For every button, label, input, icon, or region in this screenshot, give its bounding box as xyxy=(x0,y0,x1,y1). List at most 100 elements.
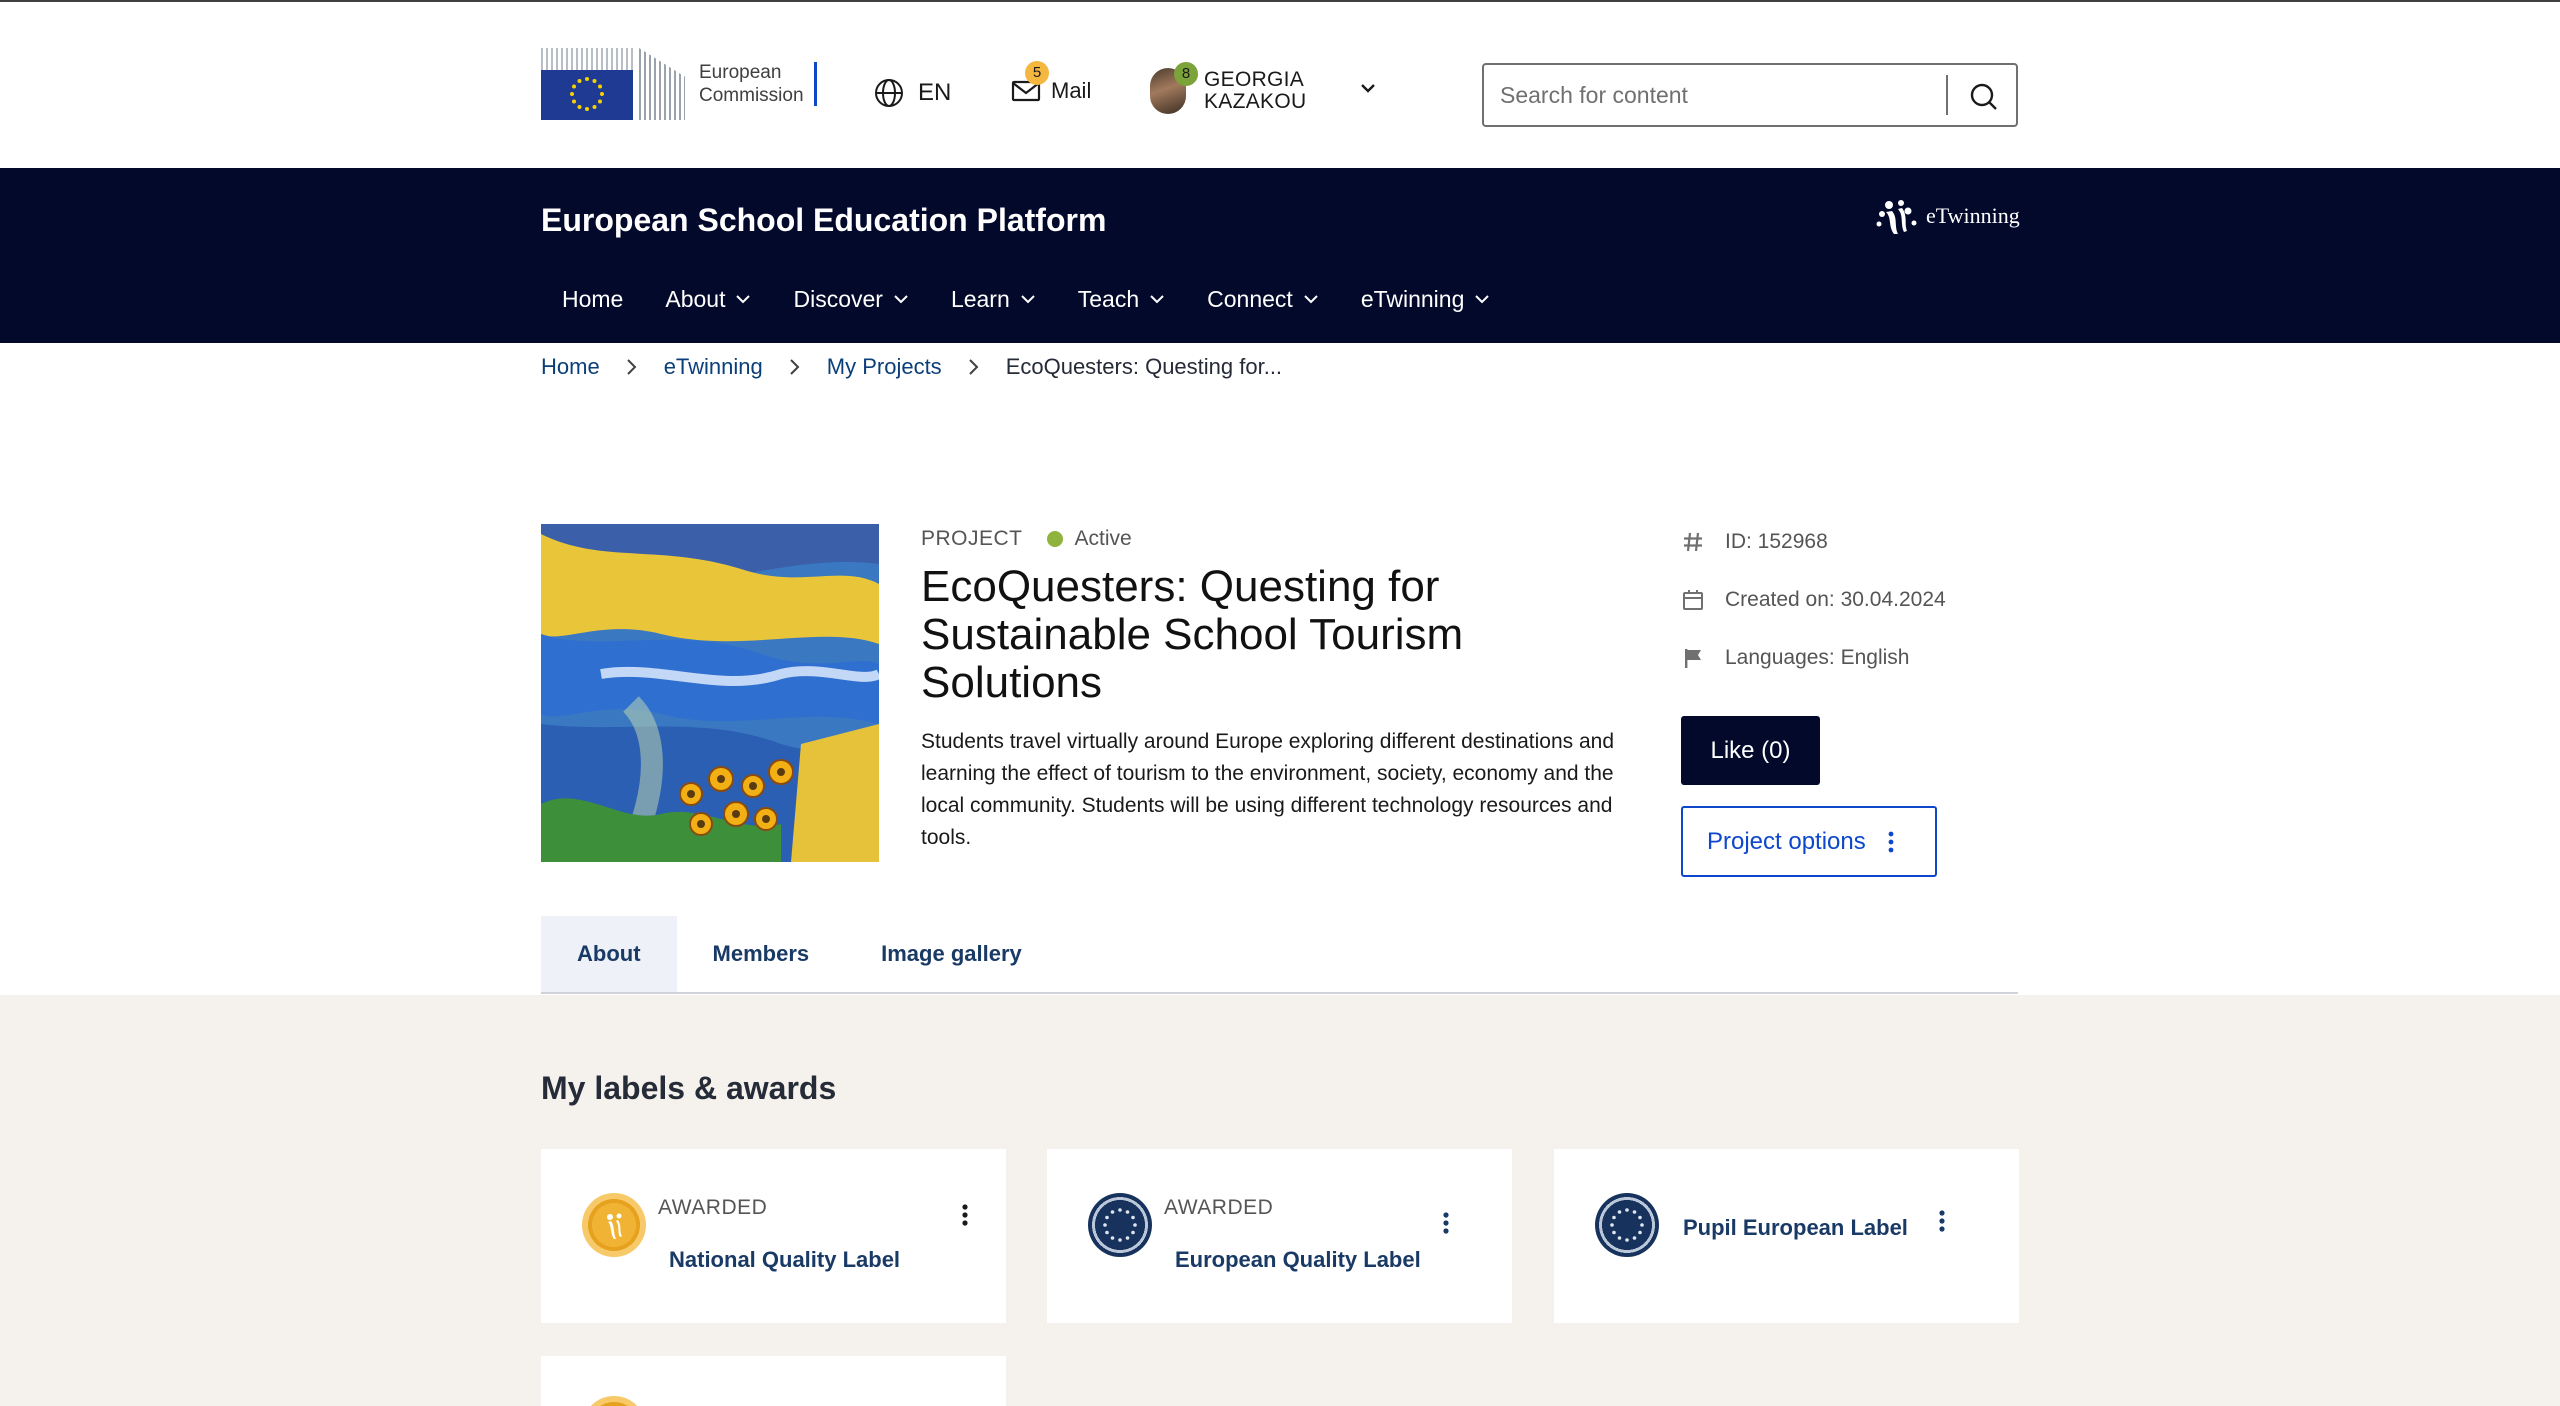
calendar-icon xyxy=(1681,589,1705,611)
award-menu-button[interactable] xyxy=(955,1197,975,1233)
nav-connect[interactable]: Connect xyxy=(1186,280,1340,318)
flag-icon xyxy=(1681,647,1705,669)
created-date: Created on: 30.04.2024 xyxy=(1725,588,1946,611)
chevron-down-icon[interactable] xyxy=(1360,82,1376,94)
award-menu-button[interactable] xyxy=(1932,1203,1952,1239)
chevron-down-icon xyxy=(1021,295,1035,304)
chevron-down-icon xyxy=(736,295,751,304)
chevron-down-icon xyxy=(1304,295,1318,304)
language-selector[interactable]: EN xyxy=(874,78,951,108)
kebab-menu-icon xyxy=(1443,1212,1449,1234)
mail-link[interactable]: 5 Mail xyxy=(1011,61,1092,104)
search-button[interactable] xyxy=(1964,77,2004,117)
site-navigation-band: European School Education Platform eTwin… xyxy=(0,168,2560,343)
chevron-down-icon xyxy=(1475,295,1490,304)
project-info: ID: 152968 Created on: 30.04.2024 Langua… xyxy=(1681,526,1946,700)
user-name: GEORGIA KAZAKOU xyxy=(1204,68,1307,113)
project-id: ID: 152968 xyxy=(1725,530,1828,553)
top-header: European Commission EN 5 Mail 8 GEORGIA … xyxy=(0,0,2560,168)
chevron-right-icon xyxy=(626,358,638,376)
tab-about[interactable]: About xyxy=(541,916,677,992)
awards-section-title: My labels & awards xyxy=(541,1070,837,1106)
chevron-down-icon xyxy=(1150,295,1164,304)
nav-label: About xyxy=(665,285,726,312)
breadcrumb-home[interactable]: Home xyxy=(541,354,600,380)
award-label: National Quality Label xyxy=(669,1247,901,1272)
mail-label: Mail xyxy=(1051,78,1092,103)
project-options-label: Project options xyxy=(1707,827,1866,855)
site-title[interactable]: European School Education Platform xyxy=(541,202,1106,239)
european-label-medal-icon xyxy=(1088,1193,1152,1257)
nav-label: Connect xyxy=(1207,285,1293,312)
main-nav: Home About Discover Learn Teach Connect … xyxy=(541,280,1511,318)
kebab-menu-icon xyxy=(1888,831,1894,852)
nav-etwinning[interactable]: eTwinning xyxy=(1340,280,1512,318)
mail-icon-wrap: 5 xyxy=(1011,61,1049,103)
award-menu-button[interactable] xyxy=(1436,1205,1456,1241)
breadcrumb: Home eTwinning My Projects EcoQuesters: … xyxy=(541,354,1282,380)
language-code: EN xyxy=(918,79,952,106)
kebab-menu-icon xyxy=(1939,1210,1945,1232)
project-description: Students travel virtually around Europe … xyxy=(921,730,1615,849)
nav-label: Learn xyxy=(950,285,1010,312)
search-icon xyxy=(1970,83,1997,110)
search-divider xyxy=(1946,75,1948,115)
created-row: Created on: 30.04.2024 xyxy=(1681,584,1946,616)
nav-label: eTwinning xyxy=(1360,285,1465,312)
nav-about[interactable]: About xyxy=(644,280,772,318)
search-input[interactable] xyxy=(1500,75,1940,115)
like-button[interactable]: Like (0) xyxy=(1681,716,1820,785)
pupil-label-medal-icon xyxy=(1595,1193,1659,1257)
chevron-right-icon xyxy=(789,358,801,376)
award-status: AWARDED xyxy=(1164,1196,1274,1219)
breadcrumb-current: EcoQuesters: Questing for... xyxy=(1005,354,1283,379)
globe-icon xyxy=(875,79,903,107)
status-dot-icon xyxy=(1046,531,1063,547)
nav-home[interactable]: Home xyxy=(541,280,644,318)
project-image xyxy=(541,524,879,862)
breadcrumb-etwinning[interactable]: eTwinning xyxy=(664,354,763,380)
tab-image-gallery[interactable]: Image gallery xyxy=(845,916,1058,992)
status-badge: Active xyxy=(1074,527,1132,550)
nav-learn[interactable]: Learn xyxy=(930,280,1057,318)
project-meta: PROJECT Active xyxy=(921,527,1132,551)
award-label: Pupil European Label xyxy=(1683,1215,1908,1240)
project-tabs: About Members Image gallery xyxy=(541,916,2018,994)
award-label: European Quality Label xyxy=(1175,1247,1421,1272)
nav-label: Discover xyxy=(793,285,883,312)
national-label-medal-icon xyxy=(582,1193,646,1257)
search-box xyxy=(1482,63,2018,127)
tab-members[interactable]: Members xyxy=(677,916,846,992)
award-status: AWARDED xyxy=(658,1196,768,1219)
breadcrumb-my-projects[interactable]: My Projects xyxy=(827,354,942,380)
project-id-row: ID: 152968 xyxy=(1681,526,1946,558)
nav-label: Home xyxy=(562,285,624,312)
nav-label: Teach xyxy=(1077,285,1140,312)
user-menu[interactable]: 8 GEORGIA KAZAKOU xyxy=(1150,62,1307,114)
notification-badge: 8 xyxy=(1174,62,1198,86)
berlaymont-icon xyxy=(639,48,685,120)
kebab-menu-icon xyxy=(962,1204,968,1226)
eu-flag-icon xyxy=(541,48,633,120)
chevron-down-icon xyxy=(894,295,908,304)
nav-teach[interactable]: Teach xyxy=(1057,280,1186,318)
page-title: EcoQuesters: Questing for Sustainable Sc… xyxy=(921,562,1464,707)
project-kicker: PROJECT xyxy=(921,527,1023,550)
chevron-right-icon xyxy=(968,358,980,376)
award-card-national[interactable]: AWARDED National Quality Label xyxy=(541,1149,1006,1323)
mail-count-badge: 5 xyxy=(1025,61,1049,85)
award-medal-icon xyxy=(582,1396,646,1406)
nav-discover[interactable]: Discover xyxy=(772,280,929,318)
logo-divider xyxy=(813,62,817,106)
languages-row: Languages: English xyxy=(1681,642,1946,674)
project-options-button[interactable]: Project options xyxy=(1681,806,1937,877)
european-commission-logo[interactable]: European Commission xyxy=(541,46,817,122)
logo-text: European Commission xyxy=(699,62,804,106)
award-card-european[interactable]: AWARDED European Quality Label xyxy=(1047,1149,1512,1323)
award-card-partial[interactable] xyxy=(541,1356,1006,1406)
etwinning-logo-text: eTwinning xyxy=(1926,203,2020,228)
languages: Languages: English xyxy=(1725,646,1910,669)
etwinning-logo[interactable]: eTwinning xyxy=(1874,196,2020,236)
award-card-pupil[interactable]: Pupil European Label xyxy=(1554,1149,2019,1323)
etwinning-logo-icon xyxy=(1876,200,1917,234)
